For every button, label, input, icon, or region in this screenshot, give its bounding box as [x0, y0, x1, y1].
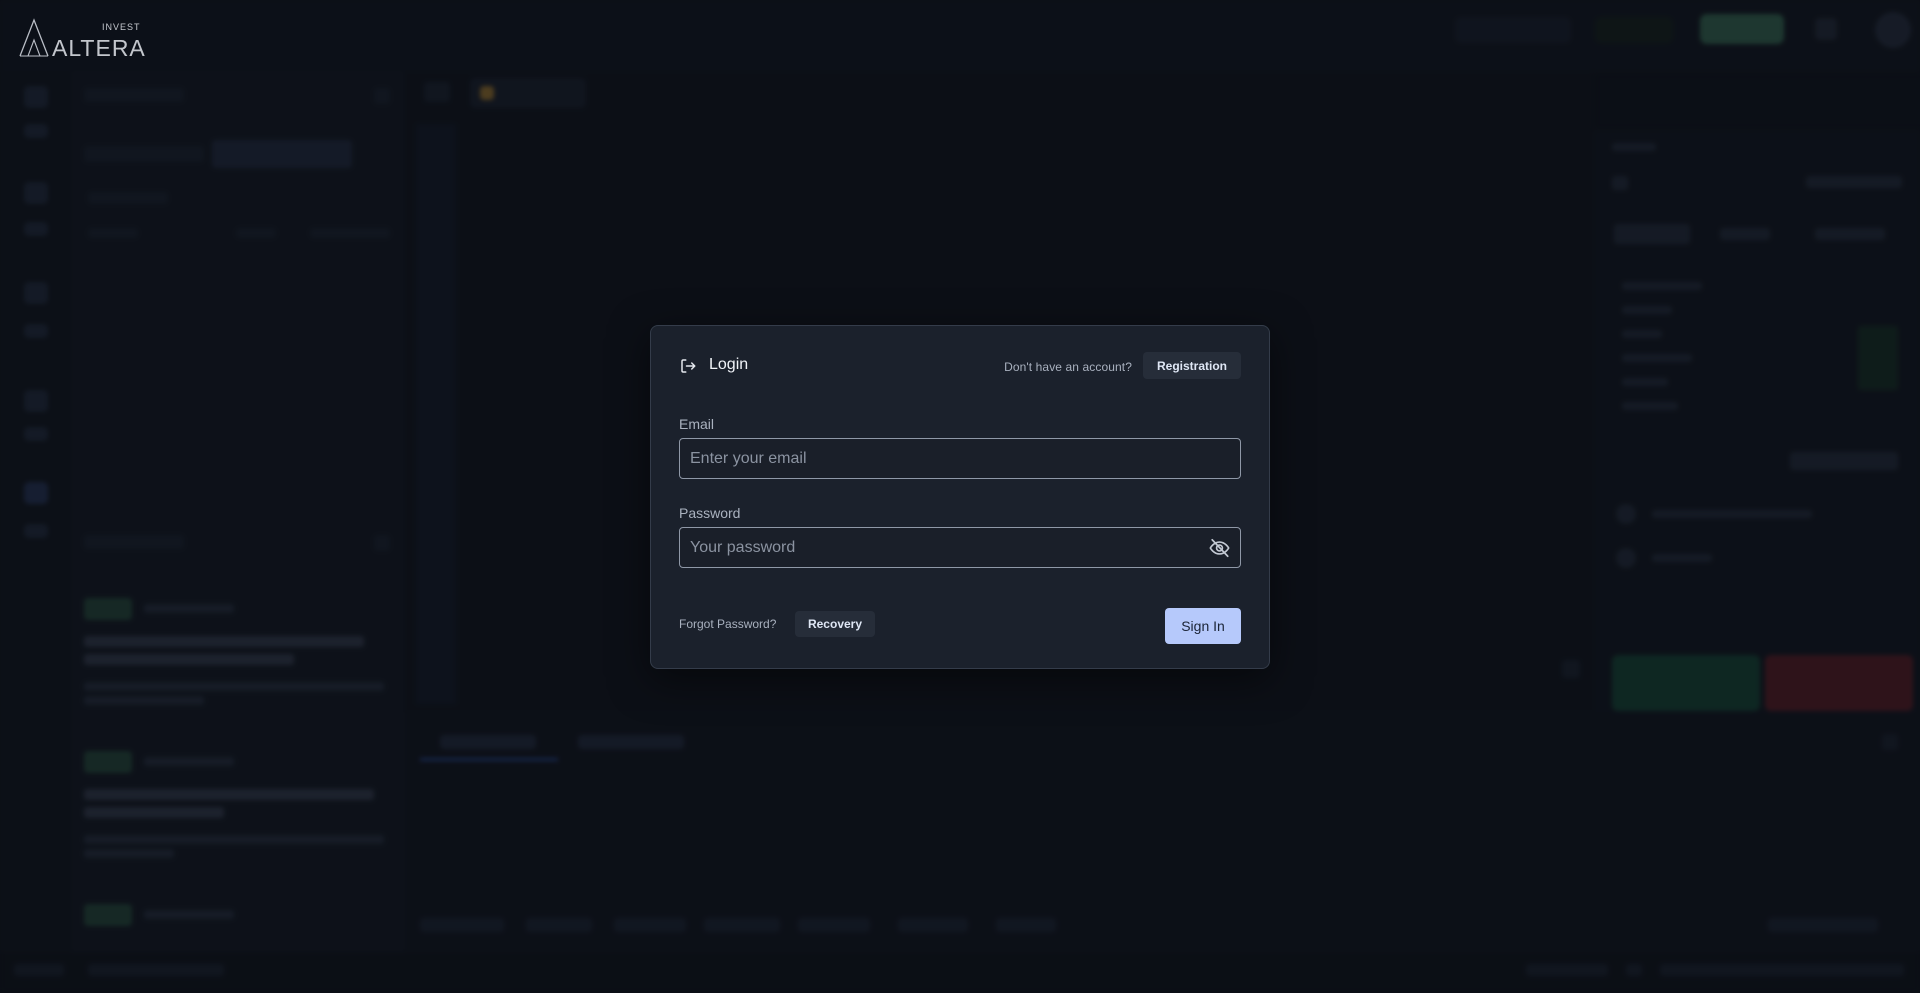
recovery-button[interactable]: Recovery — [795, 611, 875, 637]
brand-logo: ALTERA INVEST — [19, 18, 146, 58]
modal-title: Login — [709, 356, 749, 373]
modal-header: Login Don't have an account? Registratio… — [679, 352, 1241, 380]
email-input[interactable] — [680, 439, 1240, 478]
eye-off-icon[interactable] — [1208, 537, 1231, 559]
logo-subtext: INVEST — [102, 22, 141, 32]
password-input[interactable] — [680, 528, 1240, 567]
password-label: Password — [679, 505, 741, 521]
forgot-password-text: Forgot Password? — [679, 617, 777, 631]
no-account-text: Don't have an account? — [1004, 360, 1132, 374]
login-arrow-icon — [681, 359, 696, 373]
sign-in-button[interactable]: Sign In — [1165, 608, 1241, 644]
registration-button[interactable]: Registration — [1143, 352, 1241, 379]
password-field-box — [679, 527, 1241, 568]
email-label: Email — [679, 416, 715, 432]
logo-text: ALTERA — [52, 35, 146, 58]
email-field-box — [679, 438, 1241, 479]
login-modal: Login Don't have an account? Registratio… — [650, 325, 1270, 669]
